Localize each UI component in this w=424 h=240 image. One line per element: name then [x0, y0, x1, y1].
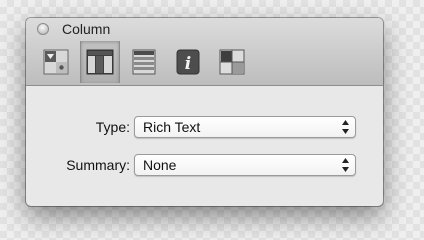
table-icon [132, 49, 156, 75]
window-title: Column [62, 21, 111, 37]
info-icon: i [176, 49, 200, 75]
style-icon [43, 49, 69, 75]
grid-icon [219, 49, 245, 75]
summary-value: None [143, 157, 177, 173]
type-label: Type: [95, 119, 130, 135]
tab-style[interactable] [36, 41, 76, 83]
tab-rows[interactable] [124, 41, 164, 83]
type-value: Rich Text [143, 119, 201, 135]
stepper-arrows-icon [342, 158, 349, 172]
tab-info[interactable]: i [168, 41, 208, 83]
titlebar: Column i [26, 18, 383, 86]
inspector-panel: Column i Type: Rich Text Summary: None [26, 18, 383, 206]
svg-text:i: i [185, 54, 191, 74]
summary-label: Summary: [66, 157, 130, 173]
inspector-content: Type: Rich Text Summary: None [26, 86, 383, 206]
stepper-arrows-icon [342, 120, 349, 134]
column-icon [86, 49, 114, 75]
summary-popup[interactable]: None [134, 154, 356, 176]
tab-grid[interactable] [212, 41, 252, 83]
close-button[interactable] [37, 23, 49, 35]
inspector-tabs: i [36, 41, 256, 83]
type-popup[interactable]: Rich Text [134, 116, 356, 138]
tab-column[interactable] [80, 41, 120, 83]
